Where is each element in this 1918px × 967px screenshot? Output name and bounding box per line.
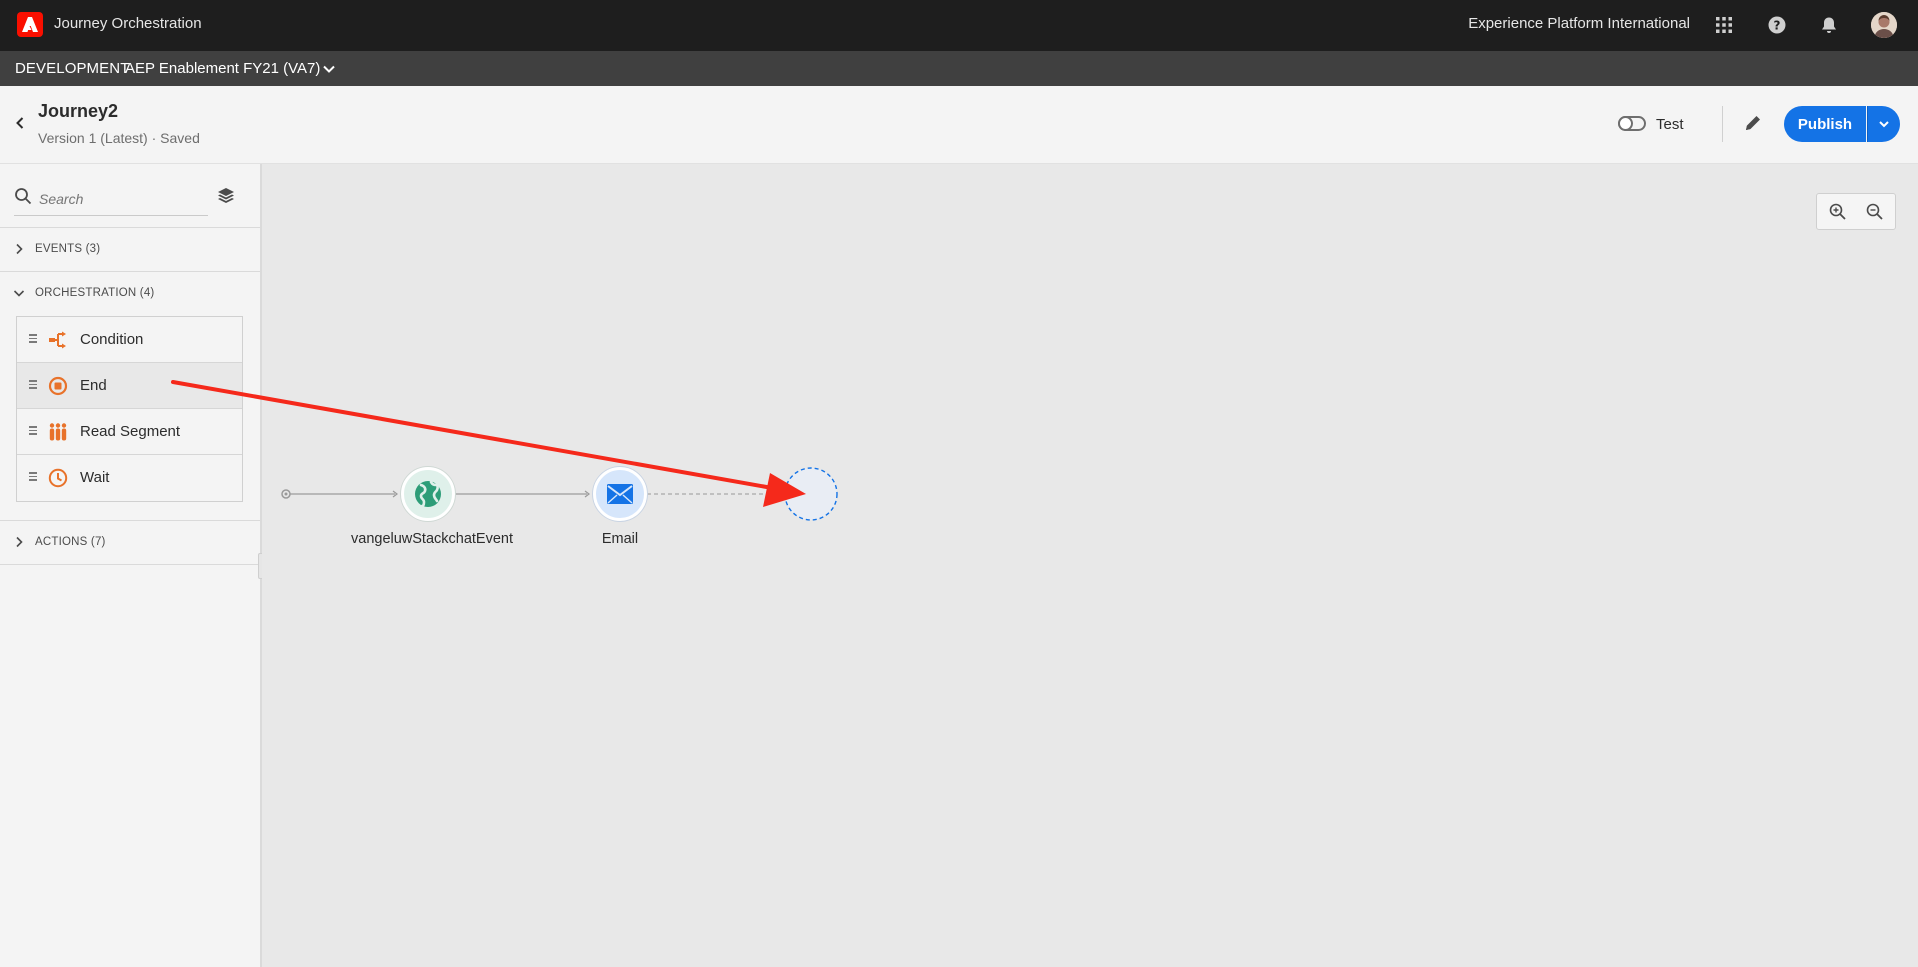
activity-item-wait[interactable]: Wait [17,455,242,501]
email-icon [607,484,633,504]
section-label: ORCHESTRATION (4) [35,287,155,299]
orchestration-list: Condition End Read Segment Wait [16,316,243,502]
globe-icon [415,480,441,508]
activity-item-end[interactable]: End [17,363,242,409]
activity-item-condition[interactable]: Condition [17,317,242,363]
search-icon [14,187,32,205]
email-node-label: Email [601,531,639,547]
search-input[interactable] [39,188,204,210]
header-divider [1722,106,1723,142]
read-segment-icon [48,422,68,442]
layers-icon[interactable] [216,186,236,206]
journey-version-status: Version 1 (Latest) · Saved [38,130,200,146]
activity-label: Wait [80,469,110,486]
canvas-connections [281,467,838,521]
event-node-label: vangeluwStackchatEvent [351,531,514,547]
edit-pencil-icon[interactable] [1742,112,1764,134]
zoom-controls [1816,193,1896,230]
activity-item-read-segment[interactable]: Read Segment [17,409,242,455]
section-events[interactable]: EVENTS (3) [0,227,260,271]
test-mode-toggle[interactable] [1618,116,1646,131]
top-bar: Journey Orchestration Experience Platfor… [0,0,1918,51]
chevron-down-icon [12,286,26,300]
section-orchestration[interactable]: ORCHESTRATION (4) [0,271,260,315]
drag-handle-icon [29,380,37,390]
palette-search [14,182,208,216]
section-actions[interactable]: ACTIONS (7) [0,520,260,564]
journey-title[interactable]: Journey2 [38,101,118,122]
app-switcher-icon[interactable] [1712,13,1736,37]
help-icon[interactable]: ? [1765,13,1789,37]
section-label: ACTIONS (7) [35,536,106,548]
wait-icon [48,468,68,488]
sandbox-bar: DEVELOPMENT AEP Enablement FY21 (VA7) [0,51,1918,86]
sandbox-name[interactable]: AEP Enablement FY21 (VA7) [125,60,320,77]
notification-bell-icon[interactable] [1817,13,1841,37]
section-divider [0,564,260,565]
publish-button[interactable]: Publish [1784,106,1866,142]
condition-icon [48,330,68,350]
drag-handle-icon [29,472,37,482]
event-node[interactable] [401,467,455,521]
adobe-logo-icon[interactable] [17,12,43,37]
app-title[interactable]: Journey Orchestration [54,15,202,32]
chevron-down-icon [1879,121,1889,128]
journey-header: Journey2 Version 1 (Latest) · Saved Test… [0,86,1918,164]
empty-drop-zone[interactable] [784,467,838,521]
chevron-down-icon[interactable] [320,60,338,78]
drag-handle-icon [29,426,37,436]
drag-handle-icon [29,334,37,344]
activity-label: Condition [80,331,144,348]
chevron-right-icon [12,535,26,549]
back-arrow-icon[interactable] [11,114,29,132]
email-node[interactable] [593,467,647,521]
publish-options-button[interactable] [1867,106,1900,142]
zoom-in-icon[interactable] [1828,202,1848,222]
zoom-out-icon[interactable] [1865,202,1885,222]
journey-canvas[interactable]: vangeluwStackchatEvent Email [262,164,1918,967]
chevron-right-icon [12,242,26,256]
svg-text:?: ? [1774,19,1781,33]
activity-label: Read Segment [80,423,181,440]
sandbox-environment: DEVELOPMENT [15,60,130,77]
user-avatar[interactable] [1871,12,1897,38]
activity-label: End [80,377,107,394]
org-switcher[interactable]: Experience Platform International [1468,15,1690,32]
section-label: EVENTS (3) [35,243,101,255]
end-icon [48,376,68,396]
activity-palette: EVENTS (3) ORCHESTRATION (4) Condition E… [0,164,262,967]
test-label: Test [1656,116,1684,133]
